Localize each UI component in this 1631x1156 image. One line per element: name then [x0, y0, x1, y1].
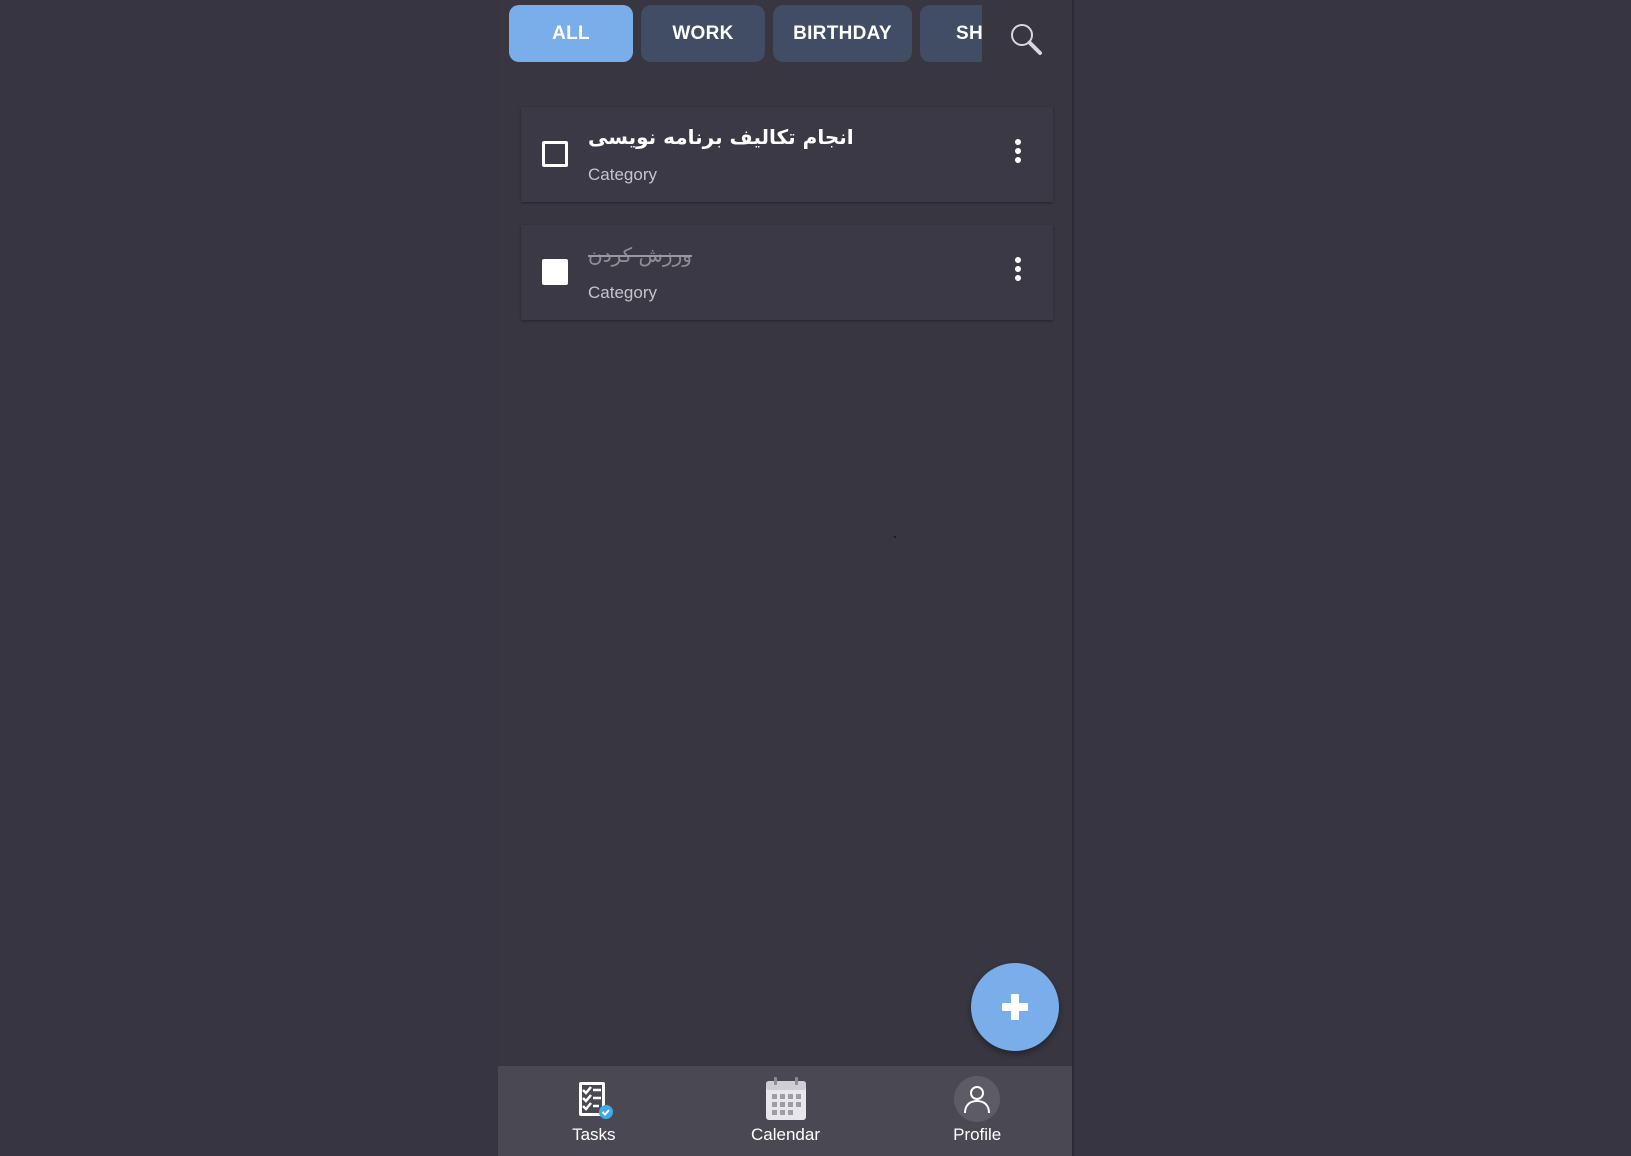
- more-vert-icon: [1015, 257, 1021, 263]
- chip-shopping[interactable]: SHOPPING: [920, 5, 982, 62]
- window-edge: [1072, 0, 1074, 1156]
- more-vert-icon: [1015, 139, 1021, 145]
- add-task-button[interactable]: [971, 963, 1059, 1051]
- more-options-button[interactable]: [1013, 139, 1023, 169]
- nav-item-calendar[interactable]: Calendar: [690, 1066, 882, 1156]
- nav-label-tasks: Tasks: [572, 1125, 616, 1144]
- task-title-completed: ورزش کردن: [588, 243, 692, 267]
- task-checkbox-checked[interactable]: [542, 259, 568, 285]
- task-checkbox[interactable]: [542, 141, 568, 167]
- plus-icon: [1002, 994, 1028, 1020]
- task-list: انجام تکالیف برنامه نویسی Category ورزش …: [521, 107, 1053, 343]
- chip-all[interactable]: ALL: [509, 5, 633, 62]
- search-icon: [1011, 24, 1042, 55]
- screen-artifact: [894, 536, 896, 538]
- task-category: Category: [588, 165, 657, 184]
- task-category: Category: [588, 283, 657, 302]
- nav-label-profile: Profile: [953, 1125, 1002, 1144]
- more-vert-icon-dot: [1015, 157, 1021, 163]
- app-window: ALL WORK BIRTHDAY SHOPPING انجام تکالیف …: [498, 0, 1073, 1156]
- nav-item-tasks[interactable]: Tasks: [498, 1066, 690, 1156]
- chip-birthday[interactable]: BIRTHDAY: [773, 5, 912, 62]
- nav-item-profile[interactable]: Profile: [881, 1066, 1073, 1156]
- task-card[interactable]: انجام تکالیف برنامه نویسی Category: [521, 107, 1053, 202]
- category-filter-bar[interactable]: ALL WORK BIRTHDAY SHOPPING: [509, 5, 982, 63]
- category-chips: ALL WORK BIRTHDAY SHOPPING: [509, 5, 982, 62]
- search-button[interactable]: [1009, 22, 1043, 56]
- nav-label-calendar: Calendar: [751, 1125, 820, 1144]
- more-options-button[interactable]: [1013, 257, 1023, 287]
- task-card[interactable]: ورزش کردن Category: [521, 225, 1053, 320]
- bottom-navigation: Tasks Calendar Profile: [498, 1066, 1073, 1156]
- profile-icon: [954, 1076, 1001, 1122]
- more-vert-icon-dot: [1015, 275, 1021, 281]
- chip-work[interactable]: WORK: [641, 5, 765, 62]
- screen: ALL WORK BIRTHDAY SHOPPING انجام تکالیف …: [0, 0, 1631, 1156]
- task-title: انجام تکالیف برنامه نویسی: [588, 125, 854, 149]
- calendar-icon: [763, 1076, 809, 1122]
- more-vert-icon-dot: [1015, 266, 1021, 272]
- more-vert-icon-dot: [1015, 148, 1021, 154]
- tasks-checklist-icon: [571, 1076, 617, 1122]
